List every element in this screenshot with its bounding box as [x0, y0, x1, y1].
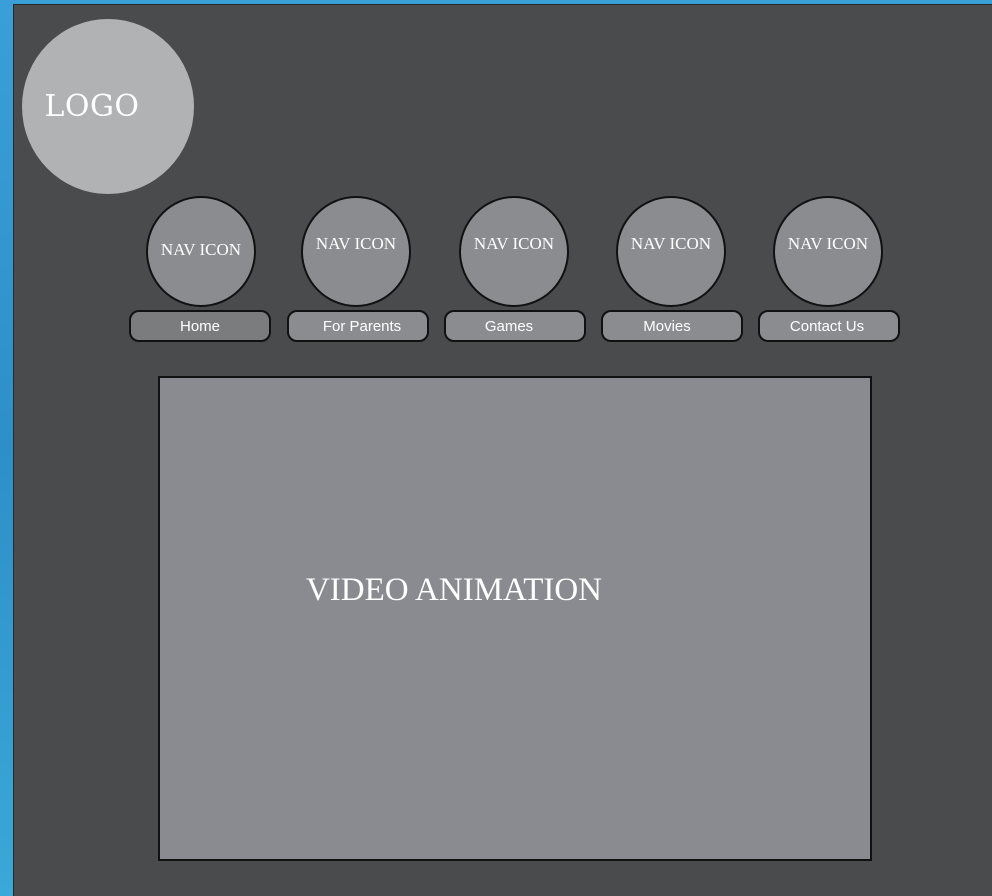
- nav-icon-games[interactable]: NAV ICON: [459, 196, 569, 307]
- nav-button-home[interactable]: Home: [129, 310, 271, 342]
- logo-label: LOGO: [44, 89, 140, 124]
- nav-icon-label: NAV ICON: [315, 233, 397, 253]
- nav-icon-for-parents[interactable]: NAV ICON: [301, 196, 411, 307]
- nav-button-movies[interactable]: Movies: [601, 310, 743, 342]
- nav-icon-label: NAV ICON: [787, 233, 869, 253]
- nav-icon-movies[interactable]: NAV ICON: [616, 196, 726, 307]
- nav-button-label: Games: [484, 317, 534, 335]
- nav-button-contact-us[interactable]: Contact Us: [758, 310, 900, 342]
- nav-button-label: For Parents: [322, 317, 402, 335]
- video-label: VIDEO ANIMATION: [305, 572, 603, 608]
- video-animation-area[interactable]: VIDEO ANIMATION: [158, 376, 872, 861]
- nav-button-for-parents[interactable]: For Parents: [287, 310, 429, 342]
- logo[interactable]: LOGO: [22, 19, 194, 194]
- nav-button-label: Movies: [643, 317, 691, 335]
- nav-icon-label: NAV ICON: [473, 233, 555, 253]
- nav-button-label: Home: [179, 317, 220, 335]
- nav-icon-home[interactable]: NAV ICON: [146, 196, 256, 307]
- nav-icon-label: NAV ICON: [160, 239, 242, 259]
- nav-button-games[interactable]: Games: [444, 310, 586, 342]
- nav-icon-label: NAV ICON: [630, 233, 712, 253]
- nav-icon-contact-us[interactable]: NAV ICON: [773, 196, 883, 307]
- nav-button-label: Contact Us: [789, 317, 865, 335]
